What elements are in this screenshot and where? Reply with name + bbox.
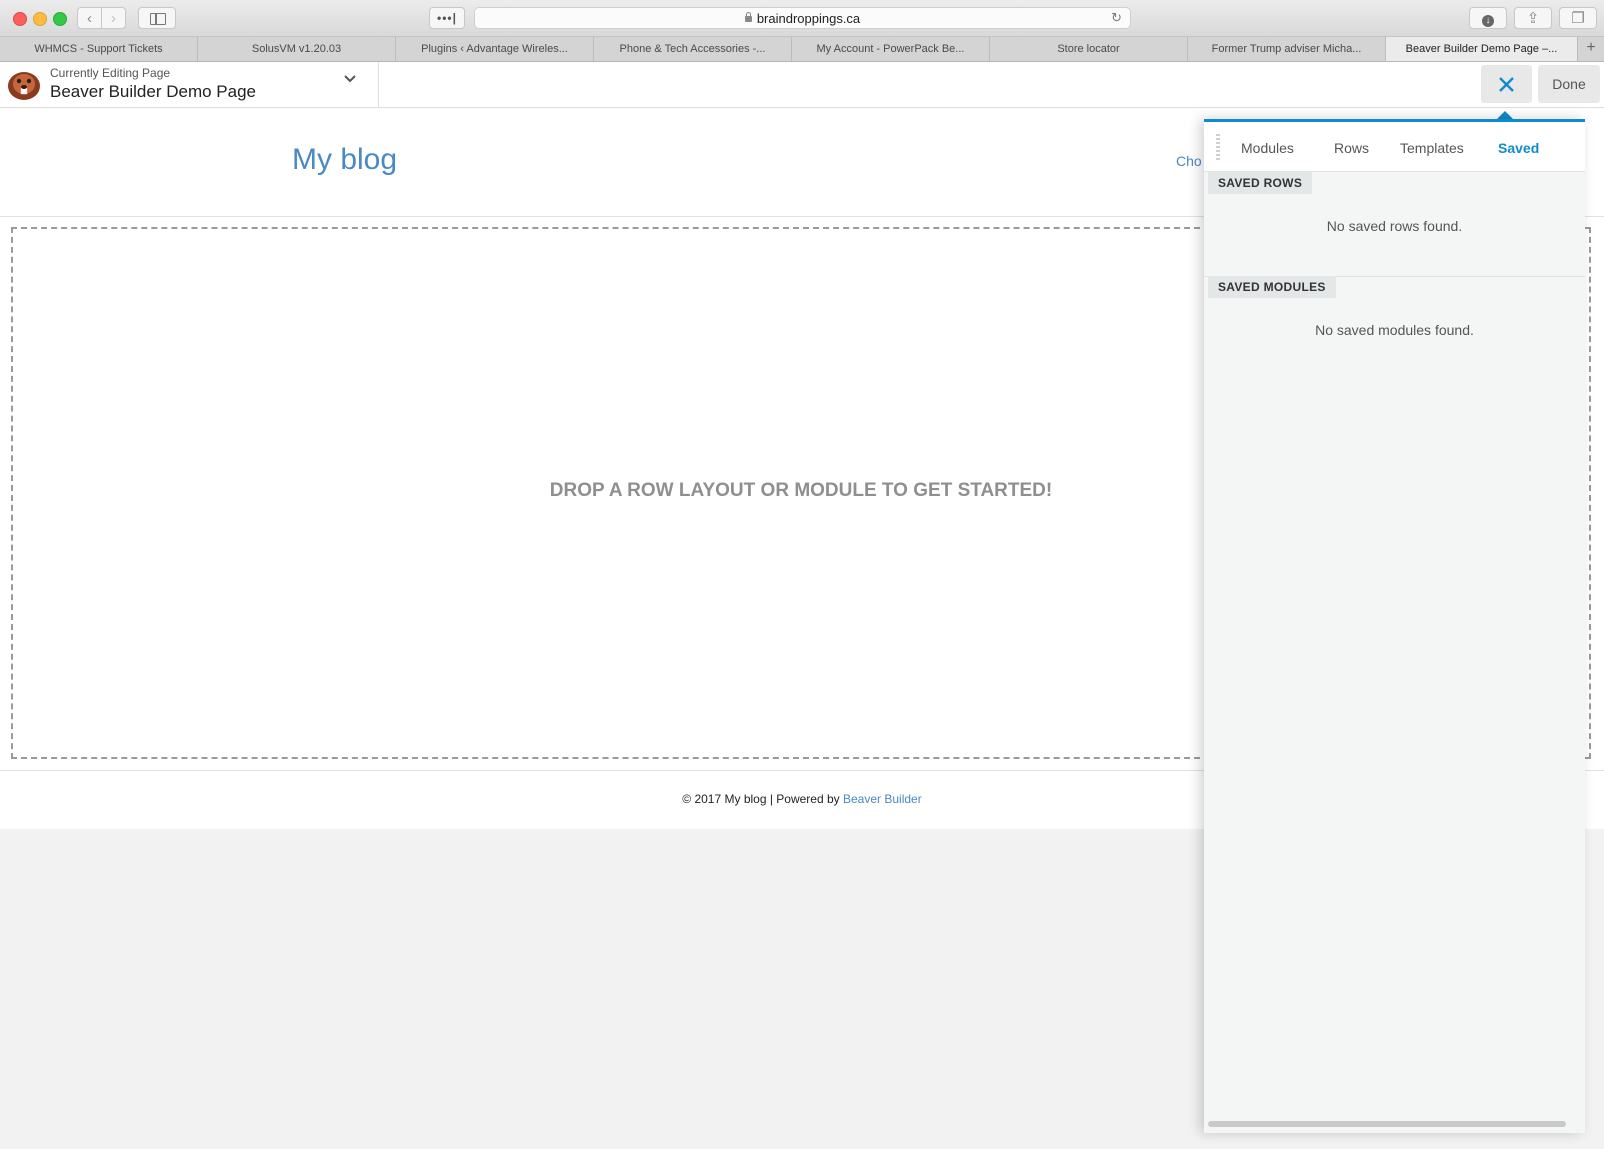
new-tab-button[interactable]: + [1578, 37, 1604, 61]
saved-modules-heading: SAVED MODULES [1208, 276, 1336, 298]
sidebar-icon [150, 13, 166, 25]
more-button[interactable]: •••| [429, 7, 465, 29]
close-panel-button[interactable] [1481, 65, 1532, 103]
browser-tab[interactable]: Phone & Tech Accessories -... [594, 37, 792, 61]
chevron-left-icon: ‹ [87, 10, 92, 27]
browser-tab[interactable]: SolusVM v1.20.03 [198, 37, 396, 61]
beaver-logo-icon [8, 72, 40, 100]
editing-label: Currently Editing Page [50, 66, 171, 80]
tab-overview-button[interactable]: ❐ [1559, 7, 1597, 29]
sidebar-toggle-button[interactable] [138, 7, 176, 29]
tab-rows[interactable]: Rows [1334, 140, 1369, 156]
chevron-down-icon[interactable] [343, 72, 357, 86]
close-window-button[interactable] [13, 12, 27, 26]
browser-tab-active[interactable]: Beaver Builder Demo Page –... [1386, 37, 1578, 61]
close-icon [1499, 77, 1514, 92]
downloads-button[interactable]: ↓ [1469, 7, 1507, 29]
footer-link[interactable]: Beaver Builder [843, 792, 922, 806]
saved-rows-heading: SAVED ROWS [1208, 172, 1313, 194]
url-text: braindroppings.ca [756, 11, 861, 26]
browser-tab[interactable]: Store locator [990, 37, 1188, 61]
drag-handle-icon[interactable] [1216, 134, 1220, 160]
lock-icon [744, 12, 752, 22]
tabs-icon: ❐ [1571, 10, 1585, 27]
browser-tab[interactable]: My Account - PowerPack Be... [792, 37, 990, 61]
share-button[interactable]: ⇪ [1514, 7, 1552, 29]
share-icon: ⇪ [1526, 10, 1540, 27]
browser-tab[interactable]: Plugins ‹ Advantage Wireles... [396, 37, 594, 61]
panel-caret [1497, 111, 1513, 119]
zoom-window-button[interactable] [53, 12, 67, 26]
download-icon: ↓ [1482, 15, 1494, 27]
browser-titlebar: ‹ › •••| braindroppings.ca ↻ ↓ ⇪ ❐ [0, 0, 1604, 37]
divider [378, 62, 379, 107]
tab-saved[interactable]: Saved [1498, 140, 1539, 156]
page-title[interactable]: Beaver Builder Demo Page [50, 82, 256, 102]
panel-scrollbar[interactable] [1208, 1121, 1566, 1127]
tab-templates[interactable]: Templates [1400, 140, 1464, 156]
browser-tab[interactable]: Former Trump adviser Micha... [1188, 37, 1386, 61]
saved-modules-empty: No saved modules found. [1315, 322, 1474, 338]
content-panel: Modules Rows Templates Saved SAVED ROWS … [1204, 119, 1585, 1133]
address-bar[interactable]: braindroppings.ca ↻ [474, 7, 1131, 29]
tab-bar: WHMCS - Support Tickets SolusVM v1.20.03… [0, 37, 1604, 62]
minimize-window-button[interactable] [33, 12, 47, 26]
saved-rows-empty: No saved rows found. [1326, 218, 1463, 234]
site-title[interactable]: My blog [292, 143, 397, 177]
browser-tab[interactable]: WHMCS - Support Tickets [0, 37, 198, 61]
builder-bar: Currently Editing Page Beaver Builder De… [0, 62, 1604, 108]
panel-body: SAVED ROWS No saved rows found. SAVED MO… [1204, 172, 1585, 1133]
forward-button[interactable]: › [101, 7, 126, 29]
panel-header: Modules Rows Templates Saved [1204, 122, 1585, 172]
tab-modules[interactable]: Modules [1241, 140, 1294, 156]
done-button[interactable]: Done [1538, 65, 1600, 103]
chevron-right-icon: › [111, 10, 116, 27]
reload-icon[interactable]: ↻ [1111, 10, 1122, 26]
back-button[interactable]: ‹ [77, 7, 102, 29]
header-nav-link[interactable]: Cho [1176, 153, 1202, 169]
footer-copyright: © 2017 My blog | Powered by [682, 792, 843, 806]
